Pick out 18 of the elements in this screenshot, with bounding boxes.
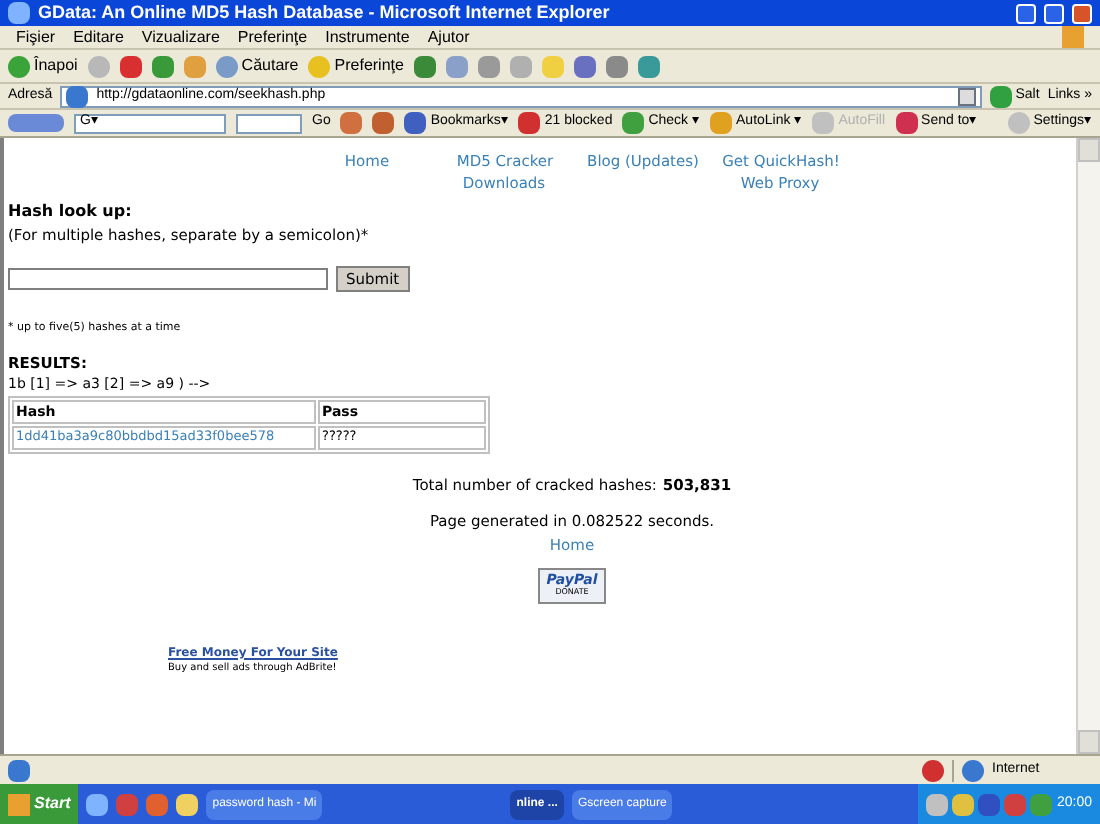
search-button[interactable]: Căutare: [215, 54, 299, 78]
hash-input-field[interactable]: [8, 267, 328, 290]
start-button[interactable]: Start: [0, 784, 79, 824]
form-heading: Hash look up:: [8, 199, 134, 223]
window-title: GData: An Online MD5 Hash Database - Microsoft Internet Explorer: [38, 0, 610, 26]
google-search-box[interactable]: [236, 113, 302, 133]
menu-item[interactable]: Preferinţe: [237, 25, 308, 49]
menu-item[interactable]: Instrumente: [325, 25, 410, 49]
dropdown-icon[interactable]: [957, 87, 976, 105]
menu-item[interactable]: Ajutor: [427, 25, 470, 49]
menu-item[interactable]: Editare: [73, 25, 124, 49]
menu-item[interactable]: Vizualizare: [141, 25, 220, 49]
minimize-icon[interactable]: [1016, 3, 1036, 23]
favorites-button[interactable]: Preferinţe: [308, 54, 404, 78]
back-button[interactable]: Înapoi: [8, 54, 78, 78]
menu-item[interactable]: Fişier: [16, 25, 56, 49]
close-icon[interactable]: [1072, 3, 1092, 23]
maximize-icon[interactable]: [1044, 3, 1064, 23]
